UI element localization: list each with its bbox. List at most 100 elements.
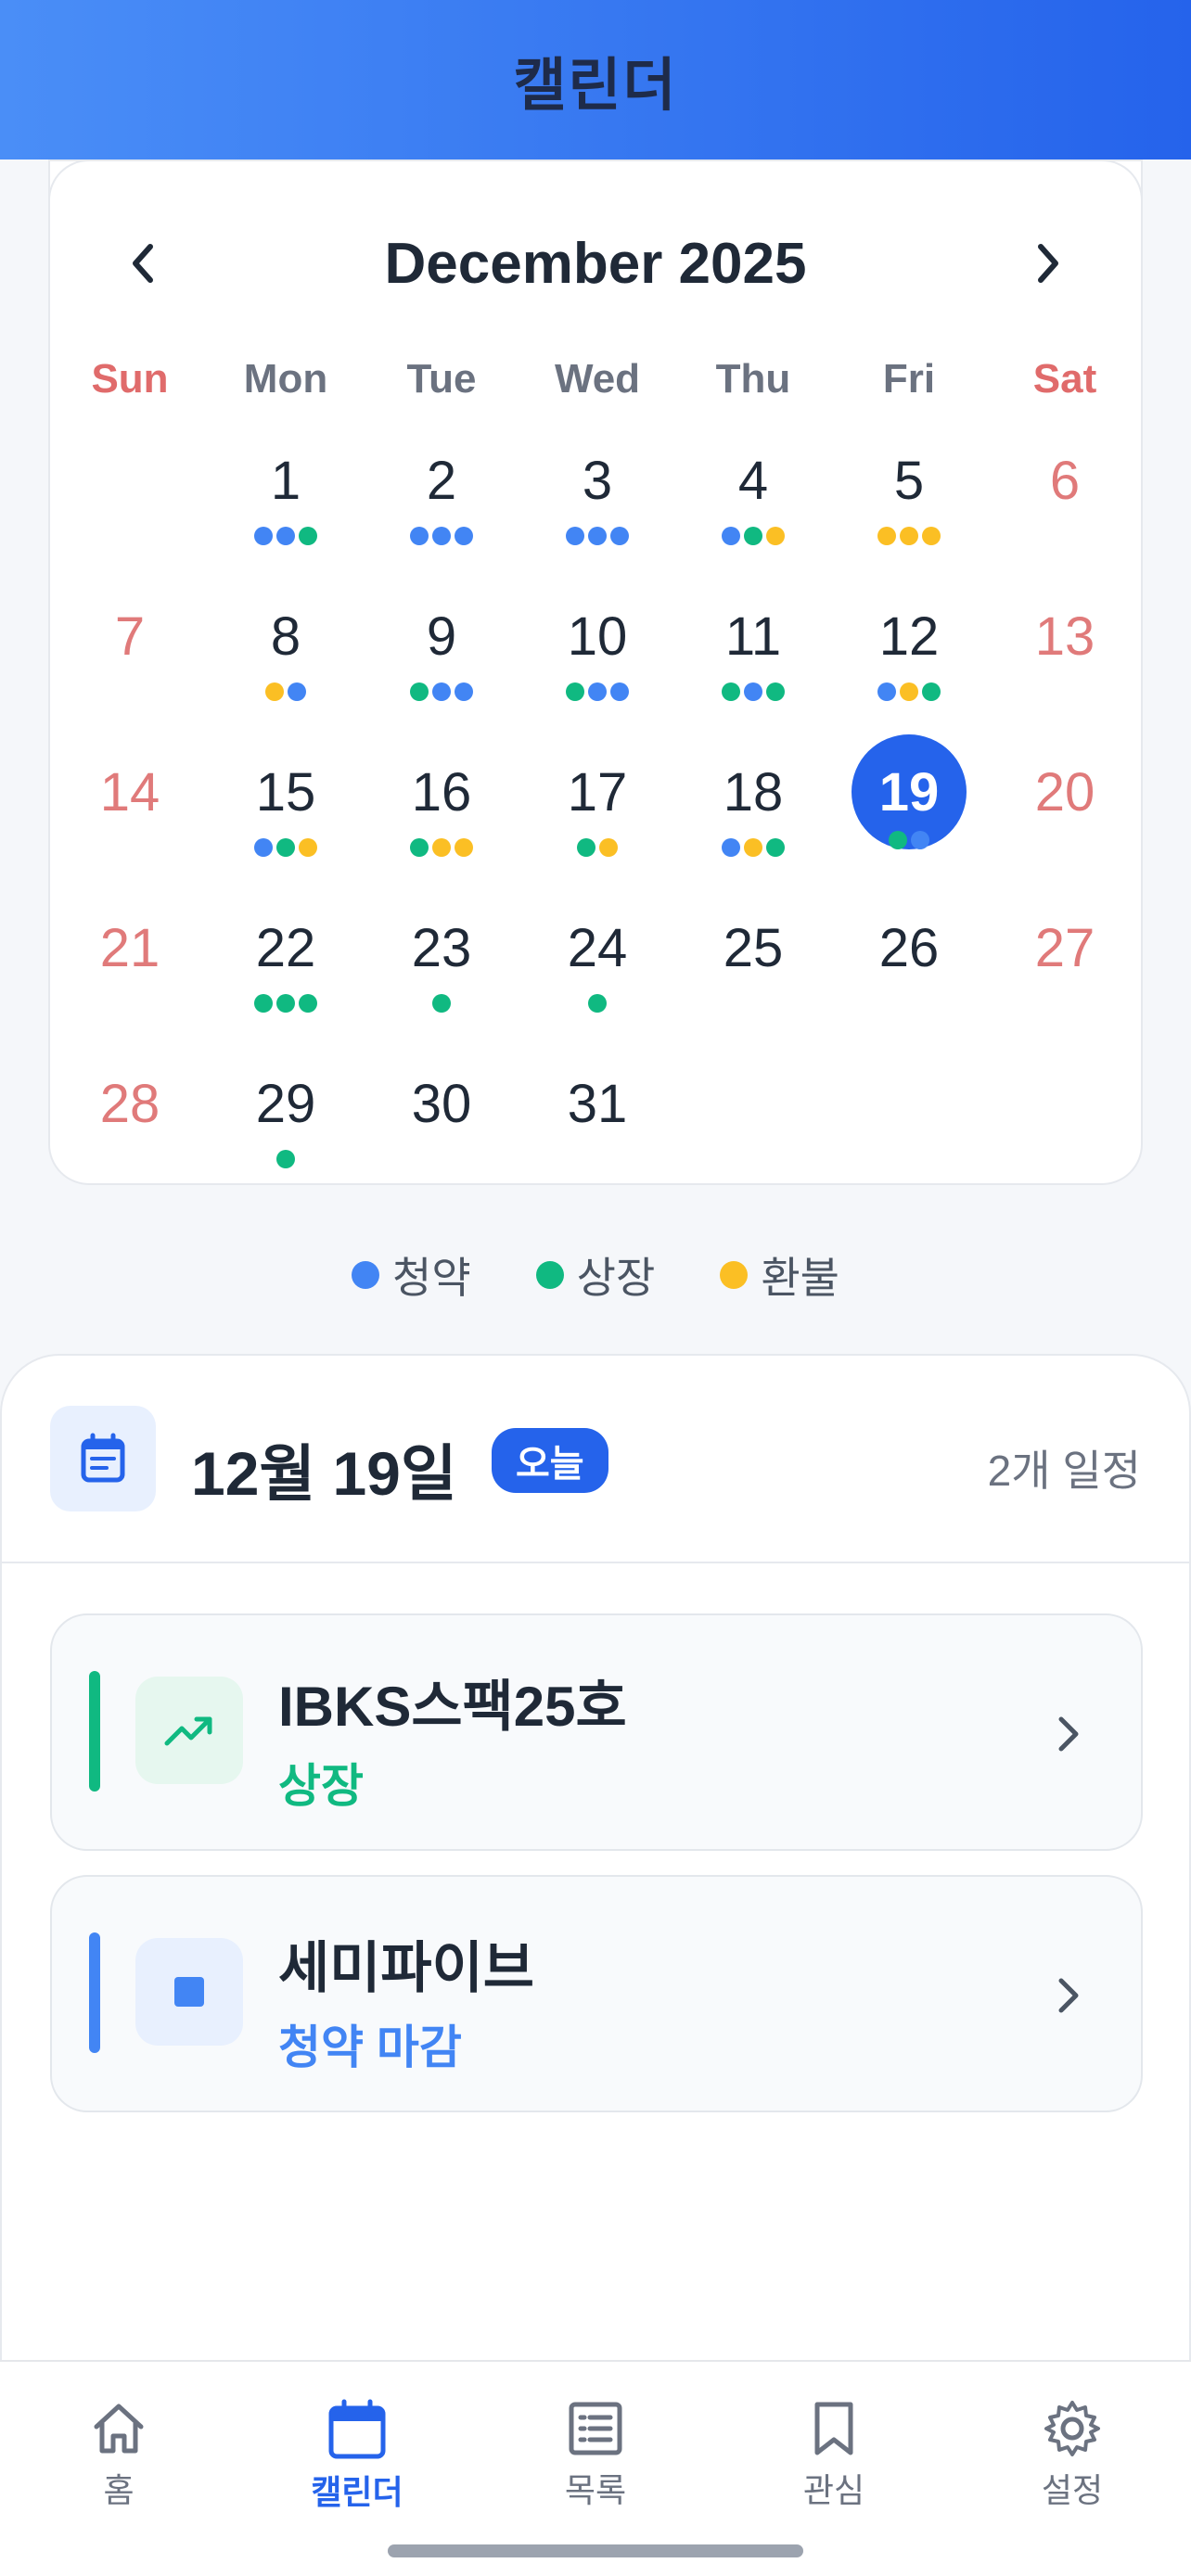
event-dots bbox=[877, 527, 941, 545]
calendar-day[interactable]: 9 bbox=[364, 567, 519, 723]
day-number: 7 bbox=[114, 606, 146, 667]
event-dot-yellow bbox=[877, 527, 896, 545]
legend-dot bbox=[720, 1261, 749, 1289]
calendar-day[interactable]: 13 bbox=[987, 567, 1143, 723]
calendar-day[interactable]: 4 bbox=[675, 412, 831, 567]
calendar-day[interactable]: 18 bbox=[675, 723, 831, 879]
nav-label: 설정 bbox=[1041, 2471, 1104, 2509]
calendar-day[interactable]: 6 bbox=[987, 412, 1143, 567]
event-dot-yellow bbox=[599, 838, 618, 857]
calendar-day[interactable]: 5 bbox=[831, 412, 987, 567]
nav-item-calendar[interactable]: 캘린더 bbox=[264, 2399, 450, 2514]
day-number: 2 bbox=[426, 450, 457, 511]
event-dot-yellow bbox=[299, 838, 317, 857]
calendar-day[interactable]: 26 bbox=[831, 879, 987, 1035]
event-card-semifive[interactable]: 세미파이브 청약 마감 bbox=[50, 1875, 1143, 2112]
weekday-label: Sat bbox=[1032, 356, 1097, 402]
event-icon-box bbox=[135, 1938, 243, 2046]
event-dot-blue bbox=[588, 682, 607, 701]
calendar-day[interactable]: 10 bbox=[519, 567, 675, 723]
event-dot-blue bbox=[877, 682, 896, 701]
event-dot-green bbox=[276, 1150, 295, 1168]
calendar-day[interactable]: 28 bbox=[52, 1035, 208, 1191]
event-dot-blue bbox=[254, 838, 273, 857]
legend-item-subscription: 청약 bbox=[352, 1244, 471, 1306]
day-number: 28 bbox=[99, 1073, 160, 1134]
calendar-day[interactable]: 19 bbox=[831, 723, 987, 879]
event-dot-yellow bbox=[265, 682, 284, 701]
event-color-bar bbox=[89, 1671, 100, 1792]
page-title: 캘린더 bbox=[513, 51, 678, 119]
calendar-day[interactable]: 25 bbox=[675, 879, 831, 1035]
legend-label: 환불 bbox=[761, 1254, 839, 1302]
previous-month-button[interactable] bbox=[115, 236, 171, 291]
legend-item-listing: 상장 bbox=[535, 1244, 655, 1306]
event-type: 청약 마감 bbox=[278, 2021, 462, 2073]
event-dots bbox=[254, 527, 317, 545]
chevron-right-icon bbox=[1037, 244, 1058, 283]
next-month-button[interactable] bbox=[1020, 236, 1076, 291]
day-number: 21 bbox=[99, 917, 160, 978]
nav-item-settings[interactable]: 설정 bbox=[980, 2399, 1165, 2512]
calendar-empty-cell bbox=[675, 1035, 831, 1191]
event-dot-green bbox=[766, 682, 785, 701]
event-dot-blue bbox=[610, 527, 629, 545]
legend: 청약 상장 환불 bbox=[0, 1247, 1191, 1303]
day-number: 15 bbox=[255, 761, 316, 823]
calendar-day[interactable]: 8 bbox=[208, 567, 364, 723]
nav-item-list[interactable]: 목록 bbox=[503, 2399, 688, 2512]
event-dot-blue bbox=[432, 682, 451, 701]
calendar-day[interactable]: 17 bbox=[519, 723, 675, 879]
event-dots bbox=[722, 527, 785, 545]
weekday-label: Thu bbox=[715, 356, 791, 402]
day-number: 31 bbox=[567, 1073, 628, 1134]
calendar-day[interactable]: 16 bbox=[364, 723, 519, 879]
nav-item-home[interactable]: 홈 bbox=[26, 2399, 211, 2512]
day-number: 27 bbox=[1034, 917, 1095, 978]
day-number: 16 bbox=[411, 761, 472, 823]
event-dot-green bbox=[588, 994, 607, 1013]
calendar-day[interactable]: 11 bbox=[675, 567, 831, 723]
square-icon bbox=[174, 1977, 204, 2007]
day-number: 23 bbox=[411, 917, 472, 978]
page: 캘린더 December 2025 Sun Mon Tue Wed Thu Fr… bbox=[0, 0, 1191, 2576]
calendar-day[interactable]: 24 bbox=[519, 879, 675, 1035]
calendar-day[interactable]: 2 bbox=[364, 412, 519, 567]
calendar-day[interactable]: 12 bbox=[831, 567, 987, 723]
calendar-day[interactable]: 29 bbox=[208, 1035, 364, 1191]
today-badge: 오늘 bbox=[492, 1428, 608, 1493]
day-number: 1 bbox=[270, 450, 301, 511]
calendar-day[interactable]: 31 bbox=[519, 1035, 675, 1191]
calendar-day[interactable]: 20 bbox=[987, 723, 1143, 879]
event-dot-green bbox=[410, 682, 429, 701]
day-number bbox=[72, 423, 187, 538]
day-number: 4 bbox=[737, 450, 769, 511]
selected-date-title: 12월 19일 bbox=[191, 1439, 457, 1508]
event-dot-yellow bbox=[900, 527, 918, 545]
legend-dot bbox=[352, 1261, 380, 1289]
day-number: 12 bbox=[878, 606, 940, 667]
calendar-day[interactable]: 7 bbox=[52, 567, 208, 723]
month-navigation: December 2025 bbox=[50, 217, 1141, 310]
calendar-day[interactable]: 22 bbox=[208, 879, 364, 1035]
event-dot-blue bbox=[722, 838, 740, 857]
calendar-day[interactable]: 30 bbox=[364, 1035, 519, 1191]
event-dot-green bbox=[922, 682, 941, 701]
event-card-ibks[interactable]: IBKS스팩25호 상장 bbox=[50, 1613, 1143, 1851]
calendar-day[interactable]: 1 bbox=[208, 412, 364, 567]
trending-up-icon bbox=[164, 1716, 212, 1746]
calendar-day[interactable]: 3 bbox=[519, 412, 675, 567]
nav-item-favorites[interactable]: 관심 bbox=[741, 2399, 927, 2512]
day-number: 14 bbox=[99, 761, 160, 823]
event-dot-green bbox=[299, 994, 317, 1013]
chevron-left-icon bbox=[133, 244, 153, 283]
event-name: 세미파이브 bbox=[278, 1937, 534, 1999]
calendar-day[interactable]: 23 bbox=[364, 879, 519, 1035]
calendar-day[interactable]: 27 bbox=[987, 879, 1143, 1035]
nav-label: 홈 bbox=[103, 2471, 134, 2509]
event-dots bbox=[265, 682, 306, 701]
chevron-right-icon bbox=[1058, 1978, 1079, 2013]
calendar-day[interactable]: 15 bbox=[208, 723, 364, 879]
calendar-day[interactable]: 21 bbox=[52, 879, 208, 1035]
calendar-day[interactable]: 14 bbox=[52, 723, 208, 879]
